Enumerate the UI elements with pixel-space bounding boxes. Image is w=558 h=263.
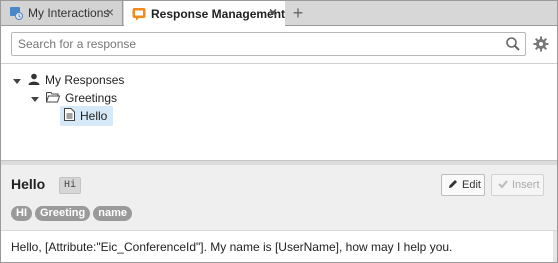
checkmark-icon (498, 179, 508, 192)
search-input[interactable] (18, 35, 498, 53)
tree-node-label: Hello (80, 109, 108, 123)
document-icon (64, 108, 75, 124)
tree-node-label: Greetings (65, 91, 118, 105)
folder-open-icon (46, 91, 61, 106)
insert-button[interactable]: Insert (491, 174, 544, 196)
search-icon[interactable] (505, 36, 521, 52)
insert-label: Insert (512, 179, 540, 191)
caret-down-icon[interactable] (12, 75, 22, 85)
gear-icon[interactable] (532, 35, 550, 53)
response-management-icon (132, 7, 146, 21)
tab-my-interactions[interactable]: My Interactions × (1, 1, 123, 25)
tab-label: Response Management (151, 6, 286, 21)
tab-bar: My Interactions × Response Management × … (1, 1, 557, 26)
search-bar (1, 26, 557, 64)
user-icon (28, 73, 40, 88)
tree-node-my-responses[interactable]: My Responses (12, 71, 124, 89)
edit-button[interactable]: Edit (441, 174, 485, 196)
scrollbar[interactable] (553, 231, 557, 262)
tree-node-label: My Responses (45, 73, 125, 87)
caret-down-icon[interactable] (30, 93, 40, 103)
response-tree: My Responses Greetings Hello (1, 64, 557, 160)
add-tab-icon[interactable]: + (290, 3, 306, 23)
tag: name (93, 206, 132, 221)
response-detail-header: Hello Hi Edit Insert HI Greeting name (1, 165, 557, 231)
tag: Greeting (35, 206, 91, 221)
tree-node-hello[interactable]: Hello (60, 106, 114, 126)
interactions-icon (9, 6, 23, 20)
tag-list: HI Greeting name (11, 206, 132, 221)
search-box (11, 32, 526, 56)
edit-label: Edit (462, 179, 481, 191)
close-icon[interactable]: × (104, 5, 116, 19)
shortcut-badge: Hi (59, 177, 82, 194)
response-title: Hello (11, 176, 46, 192)
tab-label: My Interactions (28, 6, 110, 20)
pencil-icon (448, 179, 458, 192)
window-frame: My Interactions × Response Management × … (0, 0, 558, 263)
close-icon[interactable]: × (267, 5, 279, 19)
response-body: Hello, [Attribute:"Eic_ConferenceId"]. M… (1, 231, 557, 262)
tree-node-greetings[interactable]: Greetings (30, 89, 117, 107)
tag: HI (11, 206, 32, 221)
response-text: Hello, [Attribute:"Eic_ConferenceId"]. M… (11, 240, 453, 254)
tab-response-management[interactable]: Response Management × (124, 1, 285, 26)
